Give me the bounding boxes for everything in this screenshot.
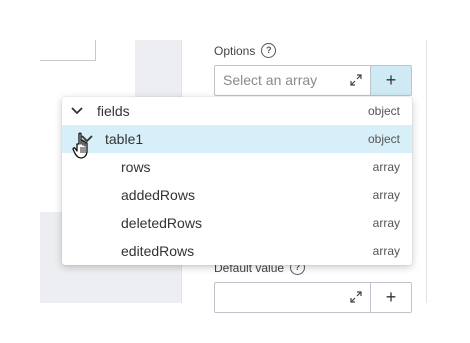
tree-item-type: array (372, 216, 400, 230)
tree-item-label: fields (97, 103, 130, 119)
expand-icon[interactable] (350, 74, 362, 86)
chevron-down-icon[interactable] (70, 104, 84, 118)
tree-item-label: addedRows (121, 187, 195, 203)
expand-icon[interactable] (350, 291, 362, 303)
add-button[interactable]: + (370, 283, 411, 312)
tree-item-type: array (372, 160, 400, 174)
hand-cursor-icon (72, 132, 88, 159)
tree-item-fields[interactable]: fields object (62, 97, 412, 125)
tree-item-table1[interactable]: table1 object (62, 125, 412, 153)
array-dropdown: fields object table1 object rows array a… (62, 97, 412, 265)
default-value-input[interactable] (215, 283, 370, 312)
canvas-field-box (40, 40, 96, 61)
panel-divider-right (426, 40, 427, 303)
help-icon[interactable]: ? (261, 43, 277, 58)
tree-item-editedrows[interactable]: editedRows array (62, 237, 412, 265)
tree-item-type: array (372, 188, 400, 202)
options-field: Select an array + (214, 65, 412, 96)
options-label-row: Options ? (214, 43, 277, 58)
tree-item-type: object (367, 132, 400, 146)
tree-item-label: deletedRows (121, 215, 202, 231)
tree-item-type: array (372, 244, 400, 258)
tree-item-label: table1 (105, 131, 144, 147)
tree-item-label: rows (121, 159, 151, 175)
options-input[interactable]: Select an array (215, 66, 370, 95)
tree-item-rows[interactable]: rows array (62, 153, 412, 181)
add-button[interactable]: + (370, 66, 411, 95)
default-value-field: + (214, 282, 412, 313)
tree-item-type: object (367, 104, 400, 118)
tree-item-addedrows[interactable]: addedRows array (62, 181, 412, 209)
options-placeholder: Select an array (223, 72, 318, 88)
tree-item-deletedrows[interactable]: deletedRows array (62, 209, 412, 237)
tree-item-label: editedRows (121, 243, 195, 259)
options-label: Options (214, 43, 256, 58)
